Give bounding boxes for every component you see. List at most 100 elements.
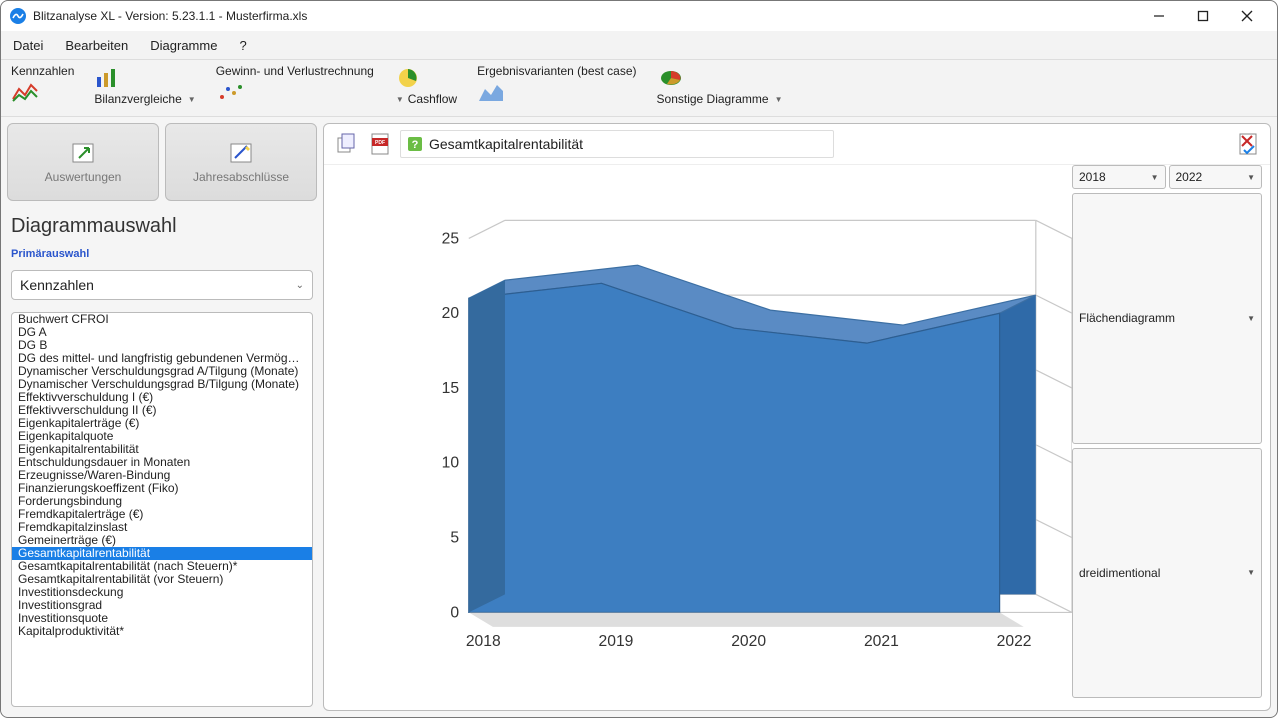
- chevron-down-icon: ▼: [396, 95, 404, 104]
- list-item[interactable]: Investitionsgrad: [12, 599, 312, 612]
- menu-diagramme[interactable]: Diagramme: [150, 38, 217, 53]
- list-item[interactable]: Gemeinerträge (€): [12, 534, 312, 547]
- chevron-down-icon: ▼: [1247, 173, 1255, 182]
- titlebar: Blitzanalyse XL - Version: 5.23.1.1 - Mu…: [1, 1, 1277, 31]
- render-mode-select[interactable]: dreidimentional▼: [1072, 448, 1262, 699]
- chevron-down-icon: ▼: [188, 95, 196, 104]
- sheet-pencil-icon: [227, 140, 255, 166]
- chevron-down-icon: ▼: [1151, 173, 1159, 182]
- primary-select-value: Kennzahlen: [20, 277, 94, 293]
- svg-text:15: 15: [442, 380, 460, 397]
- svg-text:PDF: PDF: [375, 140, 385, 146]
- ribbon-toolbar: Kennzahlen Bilanzvergleiche ▼ Gewinn- und…: [1, 60, 1277, 117]
- chevron-down-icon: ⌄: [296, 280, 304, 291]
- delete-icon[interactable]: [1234, 130, 1262, 158]
- list-item[interactable]: Buchwert CFROI: [12, 313, 312, 326]
- auswertungen-button[interactable]: Auswertungen: [7, 123, 159, 201]
- pie3d-icon: [657, 64, 685, 92]
- year-to-select[interactable]: 2022▼: [1169, 165, 1263, 189]
- ribbon-bilanzvergleiche[interactable]: Bilanzvergleiche ▼: [94, 64, 195, 106]
- list-item[interactable]: DG B: [12, 339, 312, 352]
- close-button[interactable]: [1225, 2, 1269, 30]
- list-item[interactable]: Investitionsdeckung: [12, 586, 312, 599]
- primary-select[interactable]: Kennzahlen ⌄: [11, 270, 313, 300]
- minimize-button[interactable]: [1137, 2, 1181, 30]
- menu-datei[interactable]: Datei: [13, 38, 43, 53]
- ribbon-cashflow[interactable]: ▼ Cashflow: [394, 64, 457, 106]
- list-item[interactable]: Finanzierungskoeffizent (Fiko): [12, 482, 312, 495]
- ribbon-bilanzvergleiche-label: Bilanzvergleiche: [94, 92, 181, 106]
- bar-chart-icon: [94, 64, 122, 92]
- list-item[interactable]: Fremdkapitalerträge (€): [12, 508, 312, 521]
- app-icon: [9, 7, 27, 25]
- svg-text:2020: 2020: [731, 633, 766, 650]
- list-item[interactable]: Entschuldungsdauer in Monaten: [12, 456, 312, 469]
- ribbon-gewinn-label: Gewinn- und Verlustrechnung: [216, 64, 374, 78]
- auswertungen-label: Auswertungen: [45, 170, 122, 184]
- kennzahlen-listbox[interactable]: Buchwert CFROIDG ADG BDG des mittel- und…: [11, 312, 313, 707]
- menubar: Datei Bearbeiten Diagramme ?: [1, 31, 1277, 60]
- chevron-down-icon: ▼: [775, 95, 783, 104]
- chart-options: 2018▼ 2022▼ Flächendiagramm▼ dreidimenti…: [1072, 165, 1270, 710]
- list-item[interactable]: Effektivverschuldung I (€): [12, 391, 312, 404]
- list-item[interactable]: Dynamischer Verschuldungsgrad A/Tilgung …: [12, 365, 312, 378]
- ribbon-kennzahlen-label: Kennzahlen: [11, 64, 74, 78]
- pdf-icon[interactable]: PDF: [366, 130, 394, 158]
- svg-text:20: 20: [442, 305, 460, 322]
- ribbon-sonstige-label: Sonstige Diagramme: [657, 92, 769, 106]
- ribbon-cashflow-label: Cashflow: [408, 92, 457, 106]
- ribbon-sonstige[interactable]: Sonstige Diagramme ▼: [657, 64, 783, 106]
- list-item[interactable]: Gesamtkapitalrentabilität (vor Steuern): [12, 573, 312, 586]
- panel-title: Diagrammauswahl: [11, 215, 317, 238]
- ribbon-ergebnis[interactable]: Ergebnisvarianten (best case): [477, 64, 636, 106]
- list-item[interactable]: Gesamtkapitalrentabilität: [12, 547, 312, 560]
- chart-title-field[interactable]: ? Gesamtkapitalrentabilität: [400, 130, 834, 158]
- svg-text:?: ?: [412, 139, 419, 151]
- side-panel: Auswertungen Jahresabschlüsse Diagrammau…: [7, 123, 317, 711]
- sheet-arrow-icon: [69, 140, 97, 166]
- chart-title-text: Gesamtkapitalrentabilität: [429, 136, 583, 152]
- list-item[interactable]: DG A: [12, 326, 312, 339]
- line-chart-icon: [11, 78, 39, 106]
- list-item[interactable]: Forderungsbindung: [12, 495, 312, 508]
- list-item[interactable]: Kapitalproduktivität*: [12, 625, 312, 638]
- list-item[interactable]: Eigenkapitalrentabilität: [12, 443, 312, 456]
- chart-area: 051015202520182019202020212022: [324, 165, 1072, 710]
- svg-text:10: 10: [442, 455, 460, 472]
- jahresabschluesse-button[interactable]: Jahresabschlüsse: [165, 123, 317, 201]
- pie-chart-icon: [394, 64, 422, 92]
- maximize-button[interactable]: [1181, 2, 1225, 30]
- menu-help[interactable]: ?: [239, 38, 246, 53]
- svg-text:25: 25: [442, 230, 460, 247]
- ribbon-ergebnis-label: Ergebnisvarianten (best case): [477, 64, 636, 78]
- list-item[interactable]: Effektivverschuldung II (€): [12, 404, 312, 417]
- svg-text:0: 0: [450, 604, 459, 621]
- chart-type-select[interactable]: Flächendiagramm▼: [1072, 193, 1262, 444]
- jahresabschluesse-label: Jahresabschlüsse: [193, 170, 289, 184]
- window-title: Blitzanalyse XL - Version: 5.23.1.1 - Mu…: [33, 9, 307, 23]
- list-item[interactable]: Fremdkapitalzinslast: [12, 521, 312, 534]
- svg-text:5: 5: [450, 529, 459, 546]
- help-icon: ?: [407, 136, 423, 152]
- list-item[interactable]: Eigenkapitalquote: [12, 430, 312, 443]
- ribbon-gewinn[interactable]: Gewinn- und Verlustrechnung: [216, 64, 374, 106]
- area-chart-icon: [477, 78, 505, 106]
- list-item[interactable]: Erzeugnisse/Waren-Bindung: [12, 469, 312, 482]
- primaerauswahl-label: Primärauswahl: [11, 248, 317, 260]
- svg-text:2018: 2018: [466, 633, 501, 650]
- scatter-icon: [216, 78, 244, 106]
- list-item[interactable]: Eigenkapitalerträge (€): [12, 417, 312, 430]
- list-item[interactable]: DG des mittel- und langfristig gebundene…: [12, 352, 312, 365]
- menu-bearbeiten[interactable]: Bearbeiten: [65, 38, 128, 53]
- svg-text:2021: 2021: [864, 633, 899, 650]
- copy-icon[interactable]: [332, 130, 360, 158]
- chevron-down-icon: ▼: [1247, 314, 1255, 323]
- ribbon-kennzahlen[interactable]: Kennzahlen: [11, 64, 74, 106]
- year-from-select[interactable]: 2018▼: [1072, 165, 1166, 189]
- chart-toolbar: PDF ? Gesamtkapitalrentabilität: [324, 124, 1270, 165]
- list-item[interactable]: Investitionsquote: [12, 612, 312, 625]
- chevron-down-icon: ▼: [1247, 568, 1255, 577]
- svg-text:2019: 2019: [599, 633, 634, 650]
- list-item[interactable]: Dynamischer Verschuldungsgrad B/Tilgung …: [12, 378, 312, 391]
- list-item[interactable]: Gesamtkapitalrentabilität (nach Steuern)…: [12, 560, 312, 573]
